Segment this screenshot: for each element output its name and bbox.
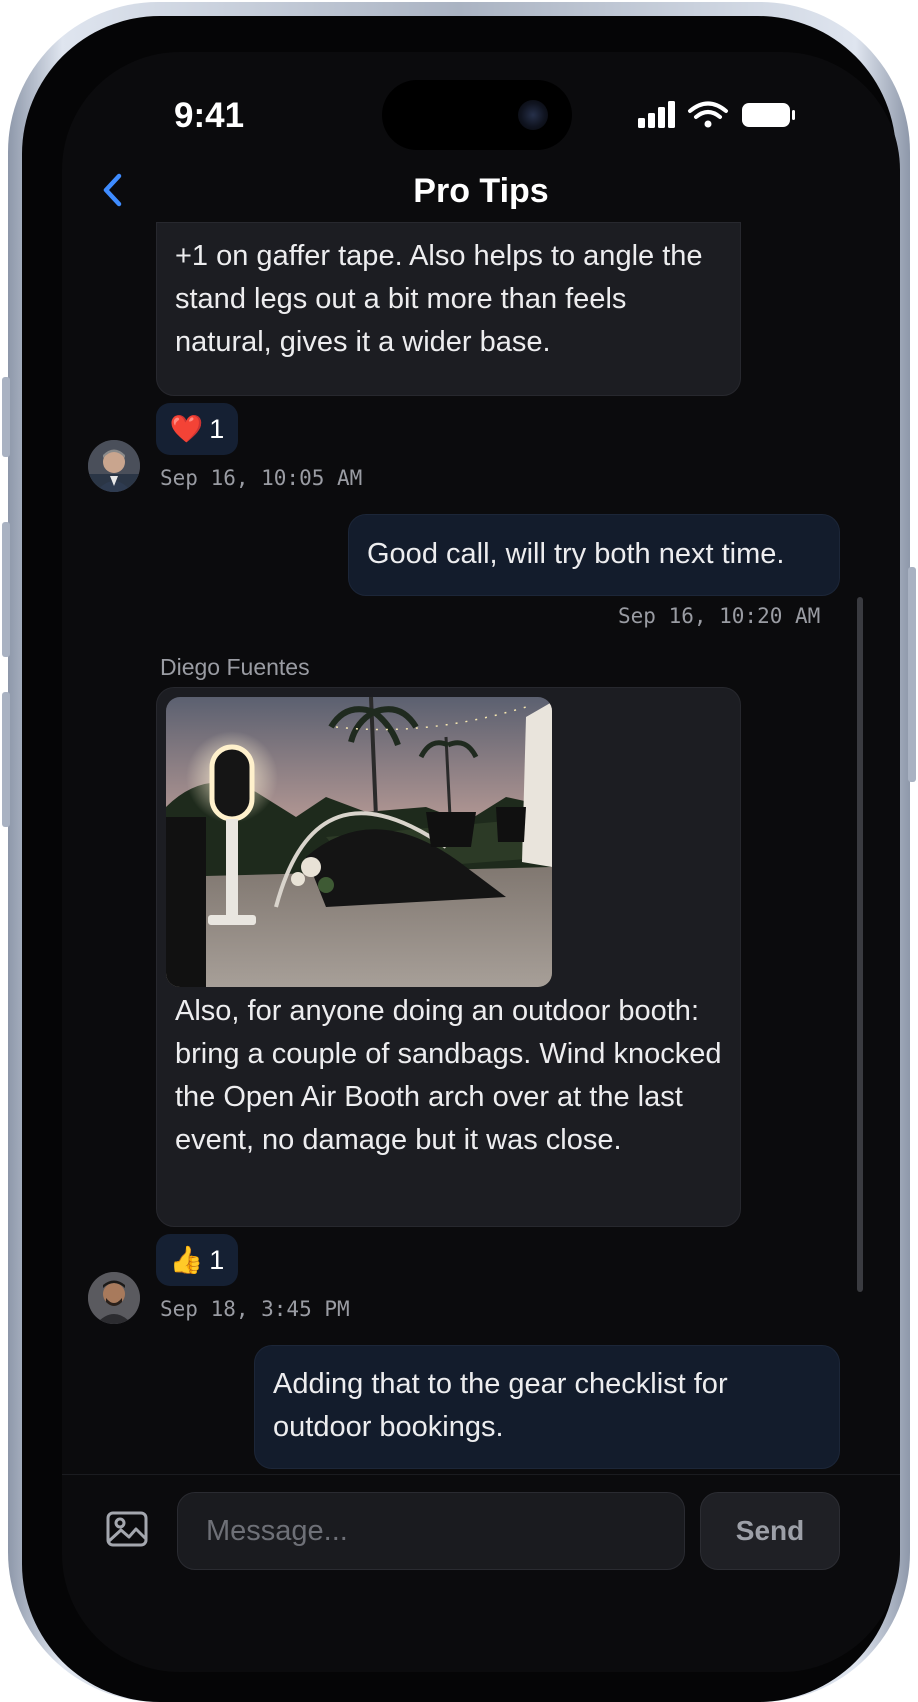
phone-bezel: 9:41 Pro Tips +1 on gaffer tape. Also he…: [22, 16, 900, 1702]
photo-booth-image: [166, 697, 552, 987]
avatar-photo: [88, 440, 140, 492]
heart-emoji-icon: ❤️: [169, 414, 204, 444]
attached-photo[interactable]: [166, 697, 552, 987]
wifi-icon: [688, 101, 728, 128]
message-input[interactable]: [177, 1492, 685, 1570]
battery-icon: [742, 103, 795, 127]
power-button: [908, 567, 916, 782]
own-message-bubble[interactable]: Good call, will try both next time.: [348, 514, 840, 596]
chat-screen: 9:41 Pro Tips +1 on gaffer tape. Also he…: [62, 52, 900, 1672]
image-icon[interactable]: [106, 1510, 148, 1548]
message-text: Also, for anyone doing an outdoor booth:…: [175, 995, 722, 1156]
message-text: Adding that to the gear checklist for ou…: [273, 1368, 728, 1443]
reaction-count: 1: [209, 1244, 225, 1275]
page-title: Pro Tips: [413, 172, 549, 210]
thumbs-up-emoji-icon: 👍: [169, 1245, 204, 1275]
volume-up-button: [2, 522, 10, 657]
message-text: Good call, will try both next time.: [367, 538, 785, 570]
message-text: +1 on gaffer tape. Also helps to angle t…: [175, 240, 703, 358]
reaction-chip[interactable]: ❤️ 1: [156, 403, 238, 455]
send-button[interactable]: Send: [700, 1492, 840, 1570]
dynamic-island: [382, 80, 572, 150]
signal-icon: [638, 101, 675, 128]
volume-down-button: [2, 692, 10, 827]
status-icons: [638, 101, 795, 128]
avatar[interactable]: [88, 440, 140, 492]
phone-frame: 9:41 Pro Tips +1 on gaffer tape. Also he…: [2, 2, 916, 1702]
sender-name: Diego Fuentes: [160, 654, 310, 680]
message-timestamp: Sep 16, 10:05 AM: [160, 466, 363, 490]
avatar[interactable]: [88, 1272, 140, 1324]
reaction-count: 1: [209, 413, 225, 444]
scrollbar[interactable]: [857, 597, 863, 1292]
composer-divider: [62, 1474, 900, 1475]
front-camera: [518, 100, 548, 130]
message-timestamp: Sep 16, 10:20 AM: [618, 604, 821, 628]
message-bubble[interactable]: +1 on gaffer tape. Also helps to angle t…: [156, 222, 741, 396]
status-time: 9:41: [174, 96, 245, 135]
action-button: [2, 377, 10, 457]
reaction-chip[interactable]: 👍 1: [156, 1234, 238, 1286]
avatar-photo: [88, 1272, 140, 1324]
own-message-bubble[interactable]: Adding that to the gear checklist for ou…: [254, 1345, 840, 1469]
message-timestamp: Sep 18, 3:45 PM: [160, 1297, 350, 1321]
